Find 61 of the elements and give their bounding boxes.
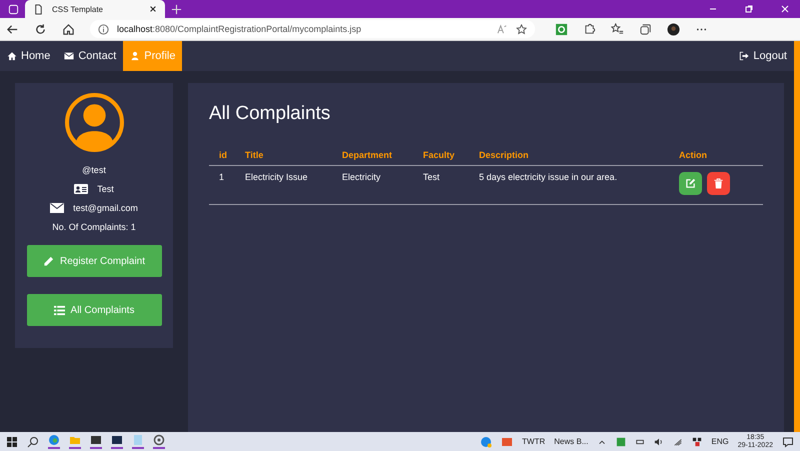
read-aloud-icon[interactable]: [497, 24, 508, 34]
complaint-count: No. Of Complaints: 1: [52, 222, 136, 232]
home-icon: [7, 51, 17, 61]
table-cell: 5 days electricity issue in our area.: [469, 166, 669, 204]
avatar-icon[interactable]: [667, 22, 680, 36]
table-cell: Electricity Issue: [235, 166, 332, 204]
browser-icon[interactable]: [48, 434, 60, 449]
start-icon[interactable]: [6, 436, 18, 448]
address-field[interactable]: localhost:8080/ComplaintRegistrationPortal/mycomplaints.jsp: [90, 20, 535, 38]
restore-icon[interactable]: [744, 4, 754, 14]
close-icon[interactable]: [149, 5, 157, 13]
table-cell: 1: [209, 166, 235, 204]
column-header: Description: [469, 150, 669, 166]
username: @test: [82, 165, 106, 175]
table-cell: Electricity: [332, 166, 413, 204]
puzzle-icon[interactable]: [583, 22, 596, 36]
edit-icon: [685, 178, 696, 189]
home-icon[interactable]: [62, 22, 75, 36]
tray-text[interactable]: News B...: [554, 437, 588, 446]
avatar-icon: [64, 92, 124, 153]
logout-link[interactable]: Logout: [732, 41, 794, 71]
speaker-icon[interactable]: [654, 436, 664, 446]
column-header: Action: [669, 150, 763, 166]
favorites-icon[interactable]: [611, 22, 624, 36]
notifications-icon[interactable]: [782, 436, 794, 448]
delete-button[interactable]: [707, 172, 730, 195]
new-tab-icon[interactable]: [171, 4, 182, 14]
extension-icon[interactable]: [555, 22, 568, 36]
column-header: Department: [332, 150, 413, 166]
info-icon: [98, 24, 109, 34]
column-header: Faculty: [413, 150, 469, 166]
search-icon[interactable]: [27, 436, 39, 448]
nav-link[interactable]: Home: [0, 41, 58, 71]
tab-actions-icon[interactable]: [8, 4, 19, 14]
folder-icon[interactable]: [69, 434, 81, 449]
refresh-icon[interactable]: [34, 22, 47, 36]
envelope-icon: [64, 51, 74, 61]
column-header: Title: [235, 150, 332, 166]
back-icon[interactable]: [6, 22, 19, 36]
pencil-icon: [42, 256, 54, 266]
column-header: id: [209, 150, 235, 166]
profile-email: test@gmail.com: [73, 203, 138, 213]
page-heading: All Complaints: [209, 103, 332, 125]
id-card-icon: [74, 184, 88, 194]
nav-link[interactable]: Contact: [57, 41, 124, 71]
browser-tab[interactable]: CSS Template: [25, 0, 165, 18]
favorite-icon[interactable]: [516, 24, 527, 34]
trash-icon: [713, 178, 724, 189]
tray-text[interactable]: TWTR: [522, 437, 546, 446]
language-indicator[interactable]: ENG: [711, 437, 729, 446]
edit-button[interactable]: [679, 172, 702, 195]
profile-name: Test: [97, 184, 114, 194]
list-icon: [54, 304, 65, 316]
collections-icon[interactable]: [639, 22, 652, 36]
wifi-icon[interactable]: [673, 436, 684, 446]
logout-icon: [739, 51, 750, 61]
app-icon[interactable]: [616, 436, 626, 446]
page-icon: [33, 4, 44, 14]
user-icon: [130, 51, 140, 61]
table-cell: Test: [413, 166, 469, 204]
envelope-icon: [50, 203, 64, 213]
